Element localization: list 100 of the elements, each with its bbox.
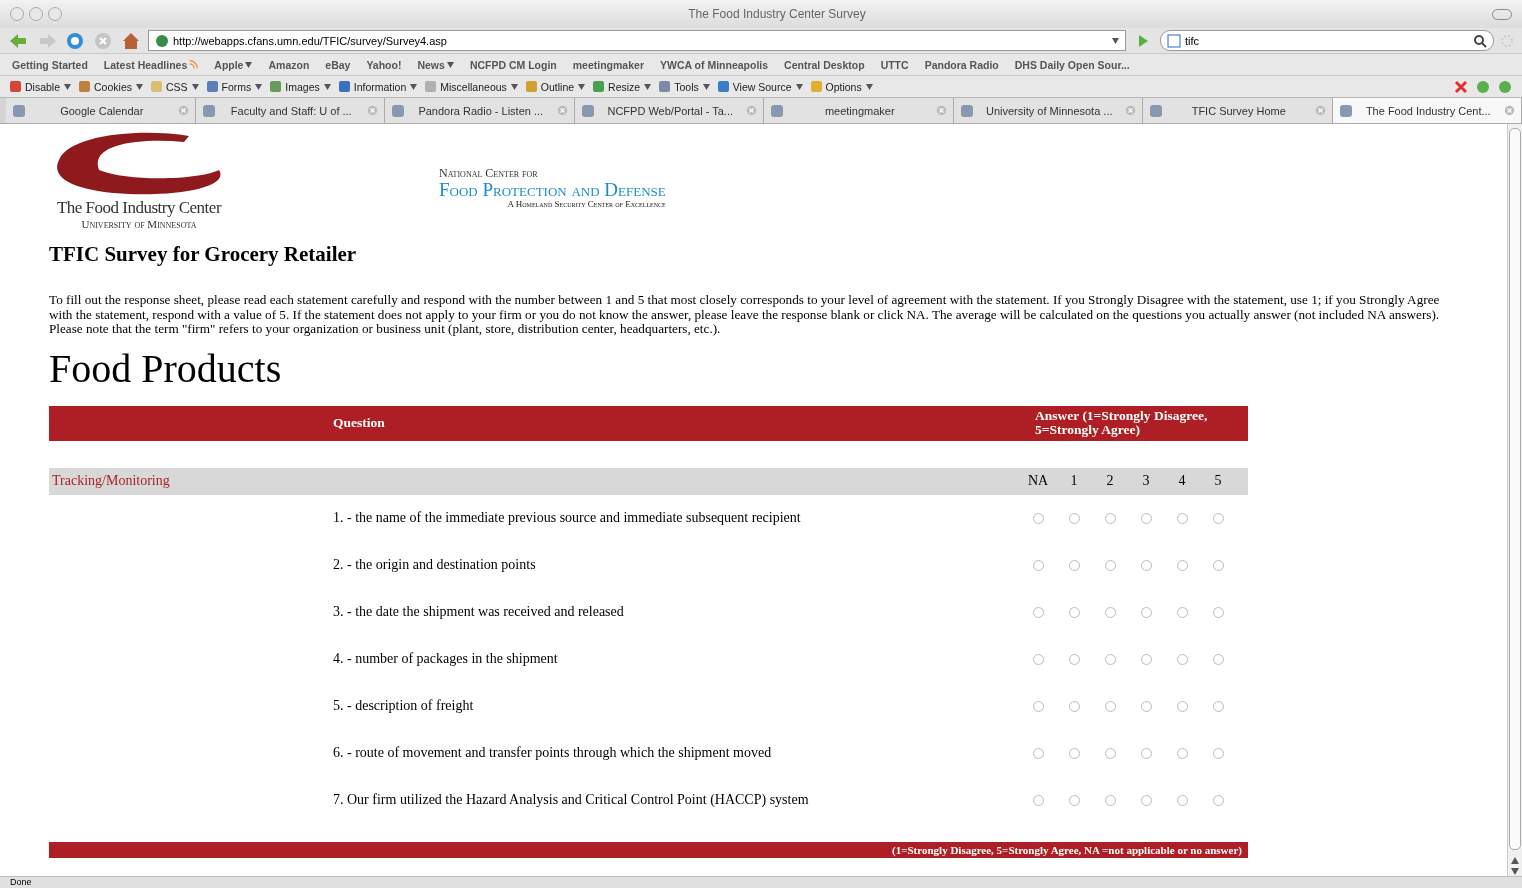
radio-button[interactable] [1176,512,1188,524]
search-icon[interactable] [1473,33,1487,48]
radio-button[interactable] [1140,606,1152,618]
browser-tab[interactable]: University of Minnesota ... [953,98,1143,123]
radio-button[interactable] [1032,653,1044,665]
radio-button[interactable] [1104,606,1116,618]
radio-button[interactable] [1104,559,1116,571]
zoom-button[interactable] [48,7,62,21]
toolbar-menu-button[interactable]: Tools [659,80,710,93]
status-text: Done [0,876,1522,888]
radio-button[interactable] [1212,606,1224,618]
browser-tab[interactable]: The Food Industry Cent... [1332,98,1522,123]
radio-button[interactable] [1176,794,1188,806]
toolbar-menu-button[interactable]: Forms [206,80,263,93]
radio-button[interactable] [1140,512,1152,524]
search-field[interactable]: tifc [1160,30,1494,51]
radio-button[interactable] [1212,747,1224,759]
bookmark-link[interactable]: Yahoo! [366,58,402,71]
browser-tab[interactable]: Pandora Radio - Listen ... [385,98,575,123]
radio-button[interactable] [1032,794,1044,806]
close-icon[interactable] [746,105,757,116]
radio-button[interactable] [1212,653,1224,665]
toolbar-menu-button[interactable]: Information [338,80,418,93]
bookmark-link[interactable]: NCFPD CM Login [469,58,557,71]
close-icon[interactable] [367,105,378,116]
column-header: Answer (1=Strongly Disagree, 5=Strongly Agree) [1035,409,1209,438]
radio-button[interactable] [1104,747,1116,759]
radio-button[interactable] [1032,559,1044,571]
browser-tab[interactable]: Faculty and Staff: U of ... [195,98,385,123]
radio-button[interactable] [1068,747,1080,759]
radio-button[interactable] [1068,559,1080,571]
radio-button[interactable] [1068,606,1080,618]
radio-button[interactable] [1212,794,1224,806]
close-icon[interactable] [1504,105,1515,116]
bookmark-link[interactable]: YWCA of Minneapolis [660,58,769,71]
radio-button[interactable] [1140,747,1152,759]
radio-button[interactable] [1212,559,1224,571]
radio-button[interactable] [1176,747,1188,759]
close-button[interactable] [10,7,24,21]
bookmark-link[interactable]: eBay [325,58,351,71]
radio-button[interactable] [1140,559,1152,571]
toolbar-menu-button[interactable]: Miscellaneous [425,80,518,93]
question-text: 2. - the origin and destination points [333,557,537,574]
toolbar-menu-button[interactable]: Disable [10,80,72,93]
radio-button[interactable] [1068,700,1080,712]
address-field[interactable]: http://webapps.cfans.umn.edu/TFIC/survey/Survey4.asp [148,30,1126,51]
radio-button[interactable] [1212,512,1224,524]
radio-button[interactable] [1104,794,1116,806]
bookmark-link[interactable]: DHS Daily Open Sour... [1014,58,1130,71]
radio-button[interactable] [1176,653,1188,665]
radio-button[interactable] [1032,747,1044,759]
browser-tab[interactable]: NCFPD Web/Portal - Ta... [574,98,764,123]
radio-button[interactable] [1176,700,1188,712]
toolbar-menu-button[interactable]: CSS [150,80,199,93]
bookmark-link[interactable]: meetingmaker [572,58,644,71]
radio-button[interactable] [1104,700,1116,712]
radio-button[interactable] [1176,606,1188,618]
favicon-icon [959,103,974,118]
radio-button[interactable] [1068,653,1080,665]
radio-button[interactable] [1068,794,1080,806]
favicon-icon [201,103,216,118]
bookmark-link[interactable]: Apple [214,58,253,71]
scale-label: 5 [1213,473,1223,490]
close-icon[interactable] [556,105,568,116]
close-icon[interactable] [1314,105,1326,116]
radio-button[interactable] [1032,700,1044,712]
bookmark-link[interactable]: News [417,58,454,71]
bookmark-link[interactable]: Amazon [268,58,310,71]
bookmark-link[interactable]: Pandora Radio [924,58,999,71]
toolbar-menu-button[interactable]: Images [270,80,331,93]
bookmark-link[interactable]: Latest Headlines [103,58,199,71]
close-icon[interactable] [177,105,189,116]
radio-button[interactable] [1068,512,1080,524]
bookmark-link[interactable]: Getting Started [12,58,88,71]
toolbar-menu-button[interactable]: View Source [717,80,803,93]
radio-button[interactable] [1032,512,1044,524]
radio-button[interactable] [1140,794,1152,806]
toolbar-menu-button[interactable]: Cookies [79,80,143,93]
radio-button[interactable] [1212,700,1224,712]
radio-button[interactable] [1140,653,1152,665]
bookmark-link[interactable]: UTTC [880,58,909,71]
browser-tab[interactable]: meetingmaker [764,98,954,123]
caret-icon [64,83,72,90]
radio-button[interactable] [1104,512,1116,524]
browser-tab[interactable]: Google Calendar [6,98,196,123]
caret-icon [510,83,518,90]
stop-icon[interactable] [92,30,114,51]
close-icon[interactable] [935,105,947,116]
browser-tab[interactable]: TFIC Survey Home [1143,98,1333,123]
radio-button[interactable] [1140,700,1152,712]
toolbar-menu-button[interactable]: Options [810,80,873,93]
minimize-button[interactable] [29,7,43,21]
bookmark-link[interactable]: Central Desktop [784,58,865,71]
radio-button[interactable] [1032,606,1044,618]
toolbar-menu-button[interactable]: Resize [593,80,652,93]
close-icon[interactable] [1125,105,1136,116]
scroll-arrows-icon[interactable] [1510,856,1520,876]
radio-button[interactable] [1104,653,1116,665]
toolbar-menu-button[interactable]: Outline [525,80,586,93]
radio-button[interactable] [1176,559,1188,571]
